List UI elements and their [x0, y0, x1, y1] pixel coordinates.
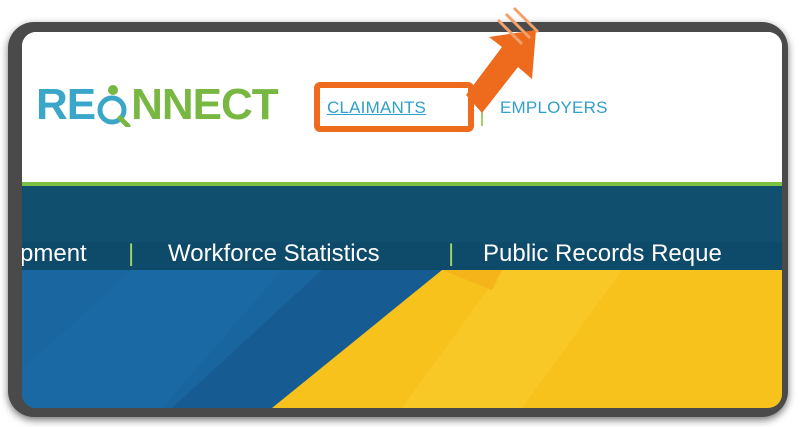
browser-viewport: RE NNECT CLAIMANTS EMPLOYERS pment | Wor…	[22, 32, 782, 408]
hero-background-graphic	[22, 270, 782, 408]
claimants-highlight-box	[314, 82, 474, 132]
logo-text-nnect: NNECT	[131, 80, 279, 129]
nav-separator: |	[128, 240, 135, 267]
nav-item-public-records-requests[interactable]: Public Records Reque	[483, 240, 722, 268]
logo-text-re: RE	[36, 80, 96, 129]
nav-item-workforce-statistics[interactable]: Workforce Statistics	[168, 240, 380, 268]
reconnect-logo[interactable]: RE NNECT	[36, 79, 279, 129]
header-nav-divider	[481, 92, 483, 126]
hero-banner	[22, 270, 782, 408]
nav-item-development[interactable]: pment	[22, 240, 87, 268]
site-header: RE NNECT CLAIMANTS EMPLOYERS	[22, 32, 782, 182]
person-magnifier-icon	[97, 85, 131, 127]
main-navigation-bar: pment | Workforce Statistics | Public Re…	[22, 186, 782, 270]
nav-separator: |	[448, 240, 455, 267]
employers-link[interactable]: EMPLOYERS	[500, 98, 608, 118]
nav-top-strip	[22, 186, 782, 242]
